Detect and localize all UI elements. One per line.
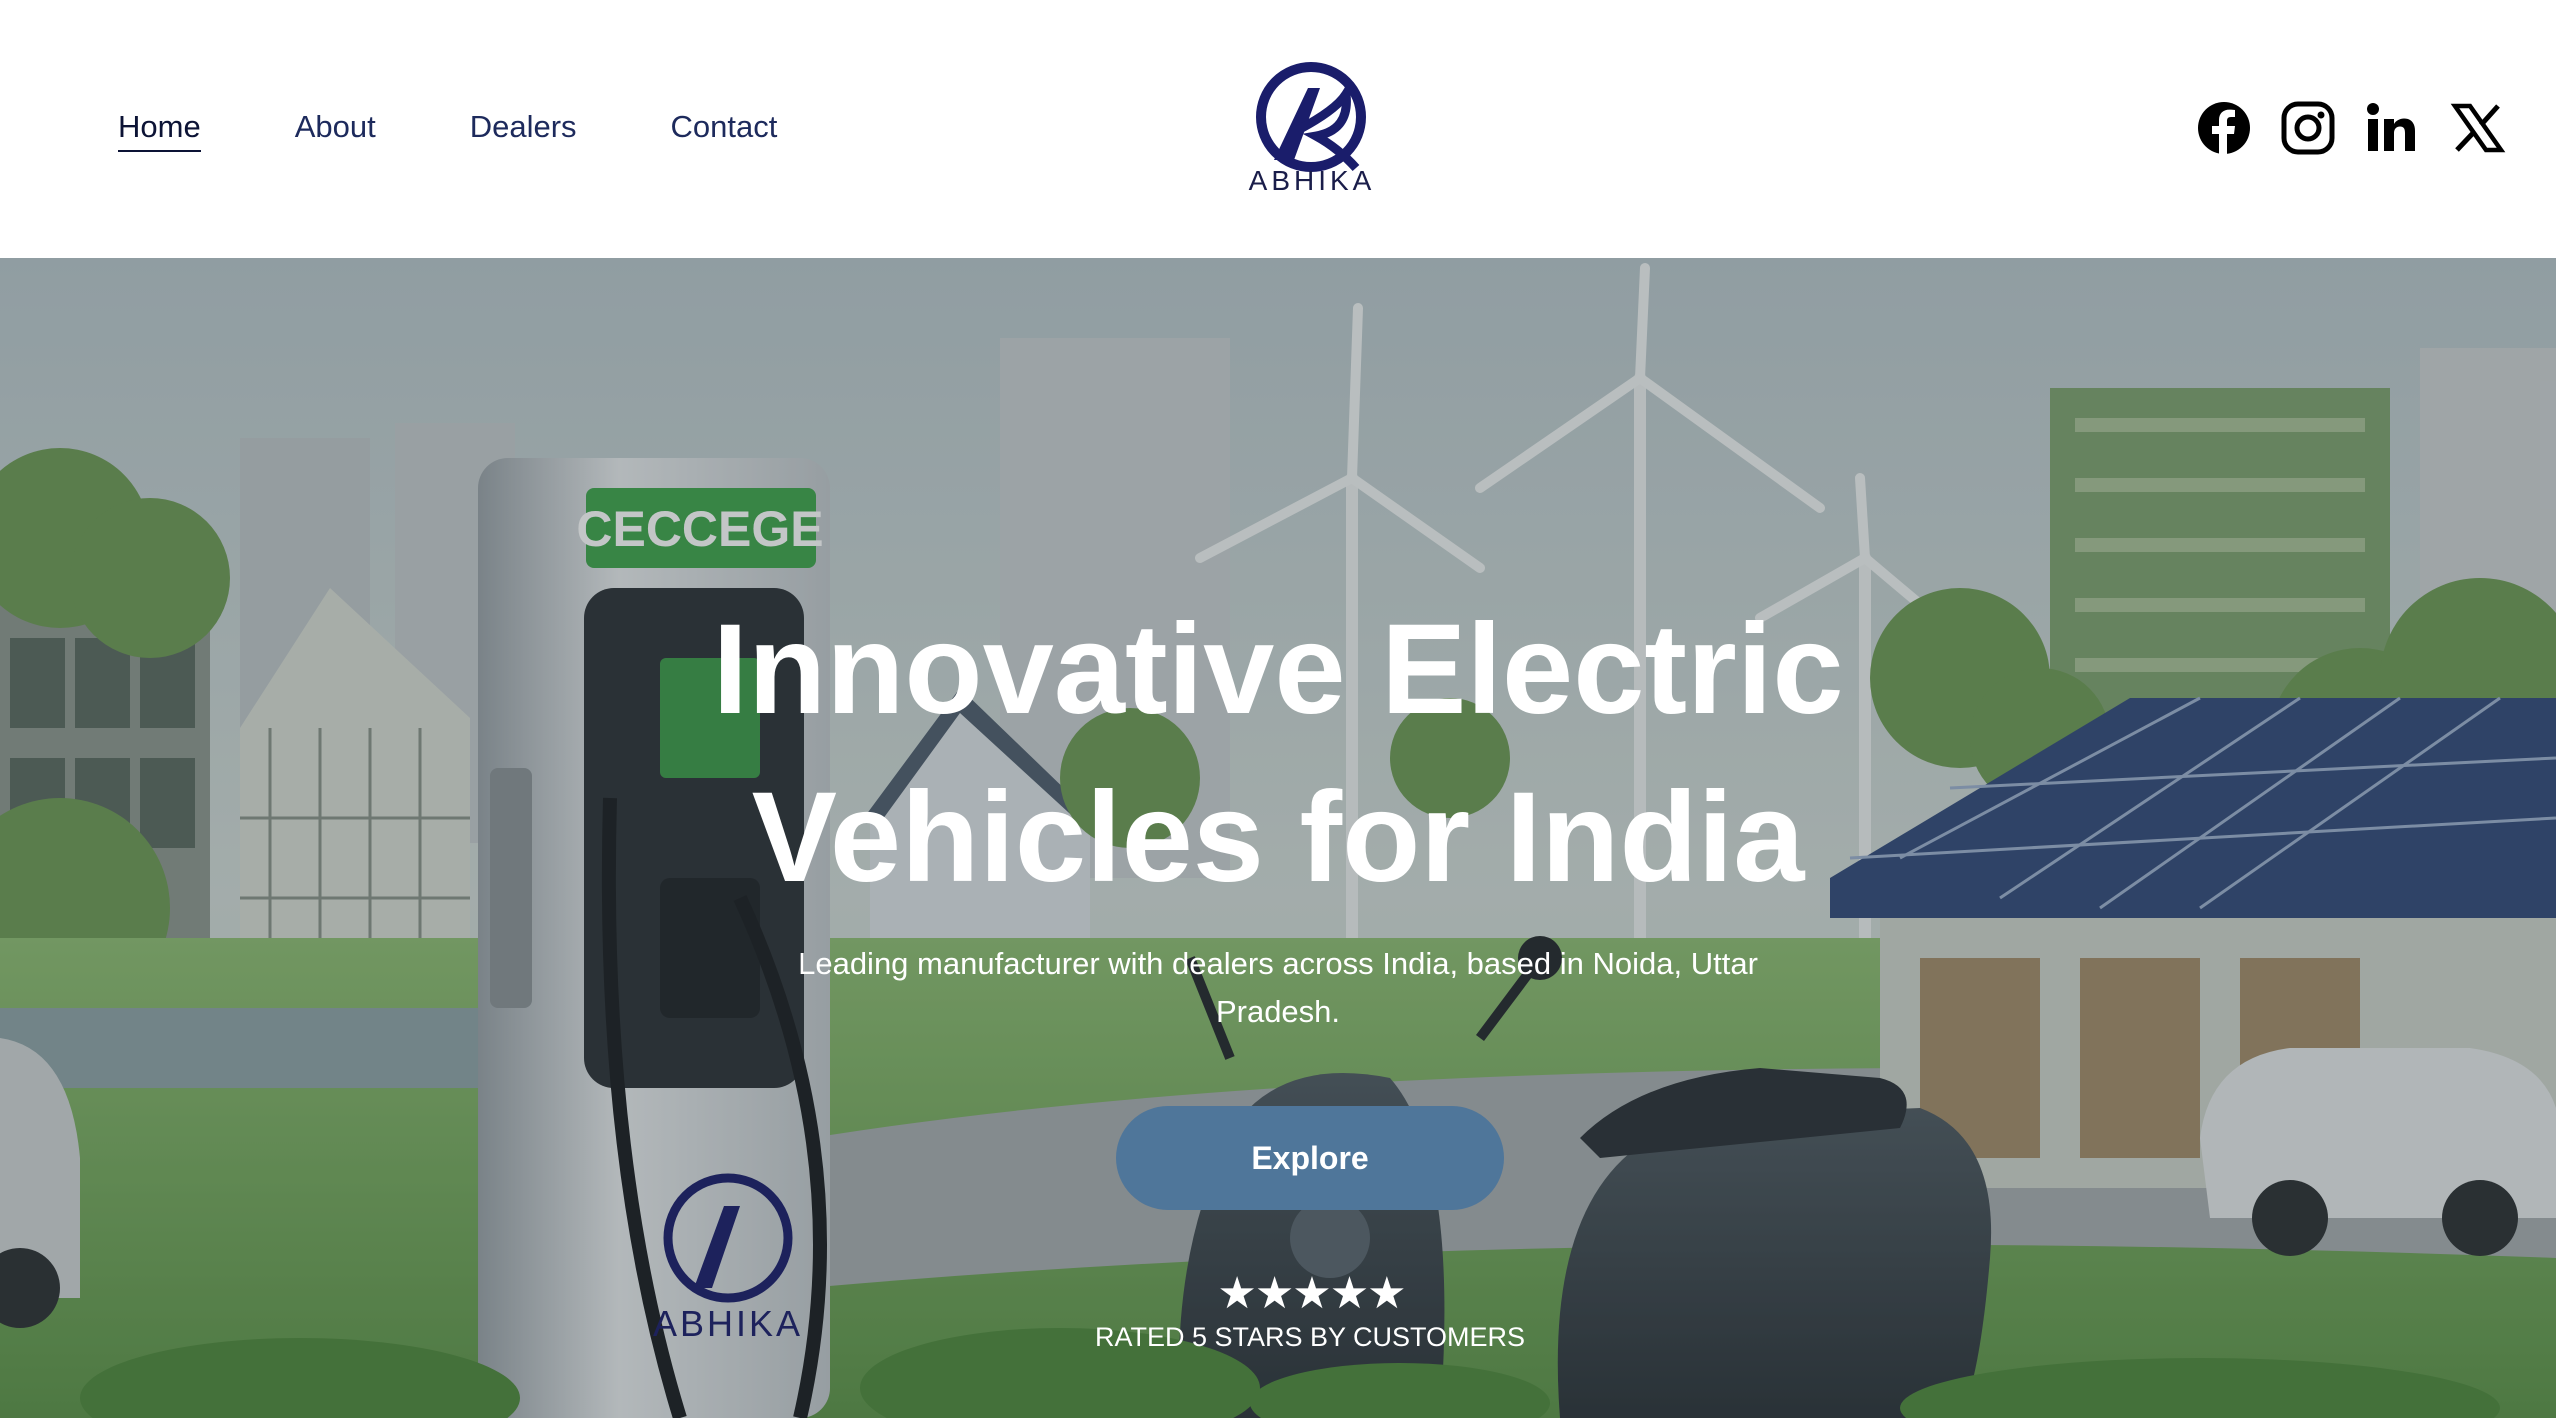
hero-headline: Innovative Electric Vehicles for India bbox=[578, 586, 1978, 922]
rating-caption: RATED 5 STARS BY CUSTOMERS bbox=[1094, 1322, 1526, 1352]
hero-headline-line-2: Vehicles for India bbox=[751, 766, 1805, 909]
brand-name: ABHIKA bbox=[1248, 165, 1376, 196]
nav-about-link[interactable]: About bbox=[295, 104, 376, 152]
nav-dealers-link[interactable]: Dealers bbox=[470, 104, 577, 152]
nav-home-link[interactable]: Home bbox=[118, 104, 201, 152]
main-nav: Home About Dealers Contact bbox=[118, 104, 871, 152]
linkedin-icon[interactable] bbox=[2364, 100, 2420, 156]
facebook-icon[interactable] bbox=[2196, 100, 2252, 156]
nav-contact-link[interactable]: Contact bbox=[671, 104, 778, 152]
site-header: Home About Dealers Contact ABHIKA bbox=[0, 0, 2556, 258]
hero-subtitle: Leading manufacturer with dealers across… bbox=[798, 946, 1758, 1029]
hero-headline-line-1: Innovative Electric bbox=[712, 598, 1844, 741]
hero-section: CECCEGE ABHIKA Innovative Electric Vehic… bbox=[0, 258, 2556, 1418]
instagram-icon[interactable] bbox=[2280, 100, 2336, 156]
explore-button[interactable]: Explore bbox=[1116, 1106, 1504, 1210]
x-icon[interactable] bbox=[2450, 100, 2506, 156]
rating-stars-icon: ★★★★★ bbox=[1217, 1269, 1406, 1318]
